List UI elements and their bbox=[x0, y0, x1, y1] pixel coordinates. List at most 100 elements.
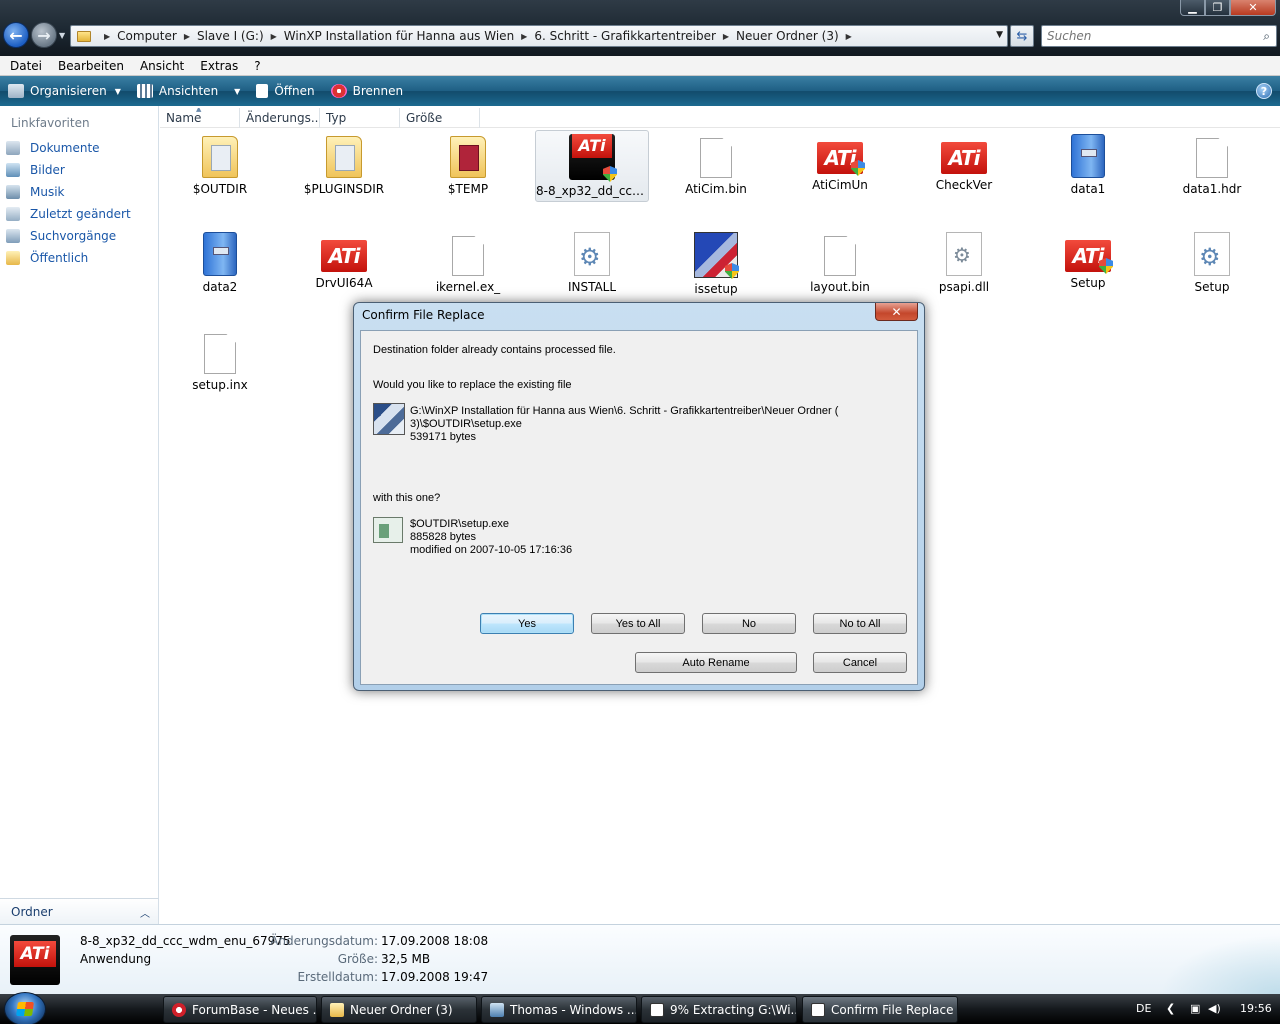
yes-to-all-button[interactable]: Yes to All bbox=[591, 613, 685, 634]
file-item[interactable]: data1.hdr bbox=[1154, 130, 1270, 202]
documents-icon bbox=[6, 141, 20, 155]
sidebar-item-oeffentlich[interactable]: Öffentlich bbox=[6, 248, 88, 268]
yes-button[interactable]: Yes bbox=[480, 613, 574, 634]
folders-toggle[interactable]: Ordner ︿ bbox=[0, 898, 159, 924]
start-button[interactable] bbox=[4, 992, 46, 1024]
chevron-right-icon[interactable]: ▶ bbox=[184, 32, 190, 41]
back-button[interactable]: ← bbox=[3, 22, 29, 48]
ati-installer-icon: ATi bbox=[10, 935, 60, 985]
music-icon bbox=[6, 185, 20, 199]
breadcrumb-computer[interactable]: Computer bbox=[117, 29, 177, 43]
file-label: ikernel.ex_ bbox=[435, 280, 501, 294]
sidebar-item-musik[interactable]: Musik bbox=[6, 182, 65, 202]
menu-bearbeiten[interactable]: Bearbeiten bbox=[48, 59, 130, 73]
burn-button[interactable]: Brennen bbox=[330, 84, 403, 98]
file-item[interactable]: $OUTDIR bbox=[162, 130, 278, 202]
chevron-right-icon[interactable]: ▶ bbox=[521, 32, 527, 41]
language-indicator[interactable]: DE bbox=[1136, 1002, 1151, 1015]
task-thomas[interactable]: Thomas - Windows ... bbox=[481, 996, 637, 1023]
search-icon[interactable]: ⌕ bbox=[1263, 29, 1270, 44]
file-item[interactable]: ATi CheckVer bbox=[906, 130, 1022, 202]
cancel-button[interactable]: Cancel bbox=[813, 652, 907, 673]
sidebar-item-zuletzt[interactable]: Zuletzt geändert bbox=[6, 204, 131, 224]
file-item[interactable]: ATi Setup bbox=[1030, 228, 1146, 300]
file-item[interactable]: issetup bbox=[658, 228, 774, 300]
ati-icon: ATi bbox=[1065, 240, 1113, 274]
file-item[interactable]: ATi AtiCimUn bbox=[782, 130, 898, 202]
volume-icon[interactable]: ◀) bbox=[1208, 1002, 1221, 1015]
sidebar-item-suchvorgaenge[interactable]: Suchvorgänge bbox=[6, 226, 116, 246]
task-explorer[interactable]: Neuer Ordner (3) bbox=[321, 996, 477, 1023]
file-item[interactable]: psapi.dll bbox=[906, 228, 1022, 300]
file-label: $PLUGINSDIR bbox=[303, 182, 385, 196]
file-item[interactable]: ikernel.ex_ bbox=[410, 228, 526, 300]
arrow-right-icon: → bbox=[37, 25, 51, 45]
chevron-right-icon[interactable]: ▶ bbox=[846, 32, 852, 41]
sidebar-item-label: Zuletzt geändert bbox=[30, 207, 131, 221]
forward-button[interactable]: → bbox=[31, 22, 57, 48]
file-item[interactable]: ATi DrvUI64A bbox=[286, 228, 402, 300]
column-size[interactable]: Größe bbox=[400, 108, 480, 128]
chevron-right-icon[interactable]: ▶ bbox=[271, 32, 277, 41]
file-item-selected[interactable]: ATi 8-8_xp32_dd_ccc_... bbox=[535, 130, 649, 202]
file-item[interactable]: INSTALL bbox=[534, 228, 650, 300]
existing-file-path-1: G:\WinXP Installation für Hanna aus Wien… bbox=[410, 405, 839, 417]
menu-ansicht[interactable]: Ansicht bbox=[130, 59, 190, 73]
column-type[interactable]: Typ bbox=[320, 108, 400, 128]
file-item[interactable]: AtiCim.bin bbox=[658, 130, 774, 202]
file-item[interactable]: layout.bin bbox=[782, 228, 898, 300]
breadcrumb-current[interactable]: Neuer Ordner (3) bbox=[736, 29, 839, 43]
breadcrumb-schritt[interactable]: 6. Schritt - Grafikkartentreiber bbox=[534, 29, 716, 43]
maximize-button[interactable]: ❐ bbox=[1205, 0, 1230, 16]
shield-icon bbox=[1099, 258, 1113, 274]
file-item[interactable]: Setup bbox=[1154, 228, 1270, 300]
search-input[interactable] bbox=[1042, 26, 1242, 46]
close-button[interactable]: ✕ bbox=[1230, 0, 1276, 16]
breadcrumb-winxp[interactable]: WinXP Installation für Hanna aus Wien bbox=[284, 29, 514, 43]
task-forumbase[interactable]: ForumBase - Neues ... bbox=[163, 996, 317, 1023]
tray-expand-icon[interactable]: ❮ bbox=[1166, 1002, 1175, 1015]
dialog-message: Destination folder already contains proc… bbox=[373, 344, 616, 356]
column-name[interactable]: ▲ Name bbox=[160, 108, 240, 128]
menu-datei[interactable]: Datei bbox=[0, 59, 48, 73]
minimize-button[interactable]: ▁ bbox=[1180, 0, 1205, 16]
menu-help[interactable]: ? bbox=[244, 59, 266, 73]
arrow-left-icon: ← bbox=[9, 25, 23, 45]
task-confirm-replace[interactable]: Confirm File Replace bbox=[802, 996, 958, 1023]
file-label: issetup bbox=[694, 282, 738, 296]
file-item[interactable]: data1 bbox=[1030, 130, 1146, 202]
refresh-button[interactable]: ⇆ bbox=[1010, 25, 1034, 47]
search-box[interactable]: ⌕ bbox=[1041, 25, 1277, 47]
file-item[interactable]: $TEMP bbox=[410, 130, 526, 202]
column-modified[interactable]: Änderungs... bbox=[240, 108, 320, 128]
file-item[interactable]: $PLUGINSDIR bbox=[286, 130, 402, 202]
breadcrumb-drive[interactable]: Slave I (G:) bbox=[197, 29, 264, 43]
task-label: ForumBase - Neues ... bbox=[192, 1002, 317, 1017]
task-extracting[interactable]: 9% Extracting G:\Wi... bbox=[641, 996, 797, 1023]
no-to-all-button[interactable]: No to All bbox=[813, 613, 907, 634]
organize-icon bbox=[8, 84, 24, 98]
open-button[interactable]: Öffnen bbox=[256, 84, 315, 98]
file-item[interactable]: setup.inx bbox=[162, 326, 278, 398]
sidebar-item-bilder[interactable]: Bilder bbox=[6, 160, 65, 180]
address-dropdown-icon[interactable]: ▼ bbox=[996, 30, 1003, 40]
close-icon: ✕ bbox=[891, 304, 902, 319]
confirm-replace-dialog: Confirm File Replace ✕ Destination folde… bbox=[353, 302, 925, 691]
organize-button[interactable]: Organisieren ▼ bbox=[8, 84, 121, 98]
file-item[interactable]: data2 bbox=[162, 228, 278, 300]
folder-icon bbox=[77, 30, 91, 42]
network-icon[interactable]: ▣ bbox=[1190, 1002, 1200, 1015]
no-button[interactable]: No bbox=[702, 613, 796, 634]
sidebar-item-dokumente[interactable]: Dokumente bbox=[6, 138, 100, 158]
views-button[interactable]: Ansichten ▼ bbox=[136, 84, 240, 98]
address-bar[interactable]: ▶ Computer ▶ Slave I (G:) ▶ WinXP Instal… bbox=[70, 25, 1008, 47]
menu-extras[interactable]: Extras bbox=[190, 59, 244, 73]
help-icon[interactable]: ? bbox=[1256, 83, 1272, 99]
clock[interactable]: 19:56 bbox=[1240, 1002, 1272, 1015]
chevron-right-icon[interactable]: ▶ bbox=[723, 32, 729, 41]
document-icon bbox=[452, 236, 484, 276]
auto-rename-button[interactable]: Auto Rename bbox=[635, 652, 797, 673]
dialog-close-button[interactable]: ✕ bbox=[875, 303, 918, 321]
history-dropdown-icon[interactable]: ▼ bbox=[59, 31, 65, 40]
chevron-right-icon[interactable]: ▶ bbox=[104, 32, 110, 41]
